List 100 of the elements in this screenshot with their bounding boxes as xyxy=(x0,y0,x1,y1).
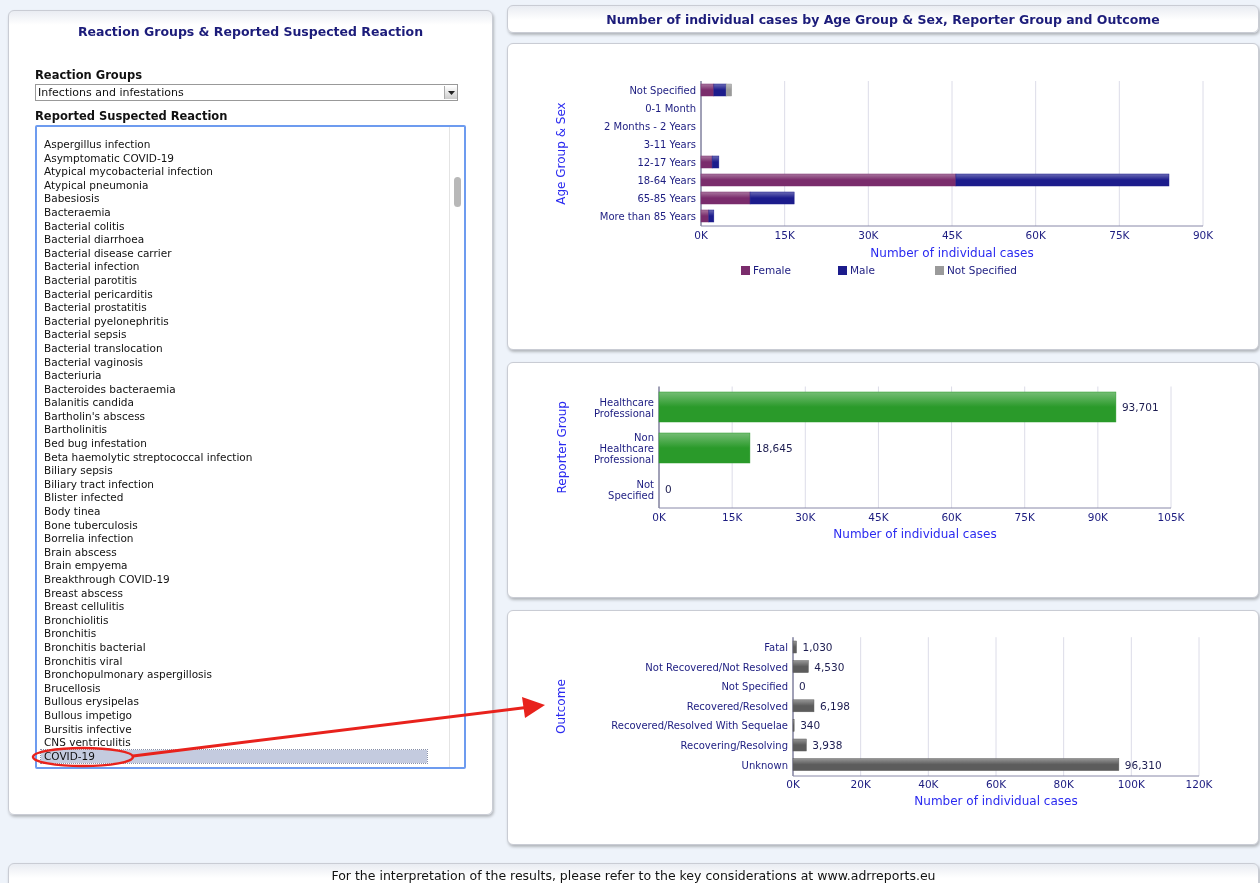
category-label: Non Healthcare Professional xyxy=(593,432,654,465)
reaction-listbox[interactable] xyxy=(35,125,466,769)
list-item[interactable]: Bronchopulmonary aspergillosis xyxy=(41,668,427,682)
list-item[interactable]: Bacterial vaginosis xyxy=(41,355,427,370)
tick-label: 40K xyxy=(918,778,939,790)
list-item[interactable]: Babesiosis xyxy=(41,192,427,206)
category-label: Not Specified xyxy=(721,681,788,693)
list-item[interactable]: Bronchiolitis xyxy=(41,613,427,628)
list-item[interactable]: Bacteroides bacteraemia xyxy=(41,382,427,397)
axis-title: Number of individual cases xyxy=(914,794,1078,808)
tick-label: 80K xyxy=(1053,778,1074,790)
list-item[interactable]: Bacterial pericarditis xyxy=(41,287,427,302)
list-item[interactable]: Atypical pneumonia xyxy=(41,178,427,193)
list-item[interactable]: Brucellosis xyxy=(41,681,427,696)
list-item[interactable]: Bacterial sepsis xyxy=(41,328,427,342)
axis-title: Number of individual cases xyxy=(833,527,997,541)
tick-label: 120K xyxy=(1185,778,1213,790)
list-item[interactable]: Balanitis candida xyxy=(41,396,427,410)
value-label: 1,030 xyxy=(802,641,833,653)
list-item[interactable]: Bacterial parotitis xyxy=(41,273,427,288)
list-item[interactable]: Blister infected xyxy=(41,491,427,506)
value-label: 96,310 xyxy=(1124,758,1162,771)
value-label: 0 xyxy=(665,483,672,495)
list-item[interactable]: CNS ventriculitis xyxy=(41,736,427,750)
list-item[interactable]: Borrelia infection xyxy=(41,532,427,546)
list-item[interactable]: Biliary sepsis xyxy=(41,464,427,478)
tick-label: 100K xyxy=(1117,778,1145,790)
list-item[interactable]: Bacterial prostatitis xyxy=(41,301,427,315)
reaction-group-dropdown[interactable]: Infections and infestations xyxy=(35,84,458,101)
tick-label: 0K xyxy=(694,229,708,241)
tick-label: 45K xyxy=(941,229,963,241)
tick-label: 90K xyxy=(1087,511,1108,523)
tick-label: 45K xyxy=(868,511,889,523)
tick-label: 15K xyxy=(722,511,743,523)
category-label: Healthcare Professional xyxy=(593,396,654,419)
list-item[interactable]: COVID-19 xyxy=(41,749,427,764)
list-item[interactable]: Bullous impetigo xyxy=(41,708,427,723)
list-item[interactable]: Asymptomatic COVID-19 xyxy=(41,151,427,166)
list-item[interactable]: Atypical mycobacterial infection xyxy=(41,165,427,179)
field-label: Reported Suspected Reaction xyxy=(35,109,229,123)
category-label: 65-85 Years xyxy=(637,193,696,204)
panel-title: Number of individual cases by Age Group & Sex, Reporter Group and Outcome xyxy=(606,10,1160,29)
legend-label: Female xyxy=(753,264,791,276)
list-item[interactable]: Bartholinitis xyxy=(41,423,427,438)
list-item[interactable]: Brain empyema xyxy=(41,559,427,573)
tick-label: 60K xyxy=(941,511,962,523)
category-label: Recovered/Resolved With Sequelae xyxy=(611,720,788,732)
list-item[interactable]: Bullous erysipelas xyxy=(41,695,427,709)
list-item[interactable]: Bacterial pyelonephritis xyxy=(41,314,427,329)
value-label: 4,530 xyxy=(814,660,845,673)
tick-label: 60K xyxy=(1025,229,1046,241)
legend-label: Male xyxy=(850,264,875,276)
tick-label: 60K xyxy=(985,778,1007,790)
scrollbar-thumb[interactable] xyxy=(453,177,461,207)
tick-label: 75K xyxy=(1014,511,1035,523)
tick-label: 30K xyxy=(795,511,816,523)
category-label: 3-11 Years xyxy=(643,139,696,150)
list-item[interactable]: Beta haemolytic streptococcal infection xyxy=(41,450,427,465)
value-label: 6,198 xyxy=(819,699,851,712)
list-item[interactable]: Aspergillus infection xyxy=(41,138,427,152)
list-item[interactable]: Bronchitis bacterial xyxy=(41,640,427,655)
list-item[interactable]: Bartholin's abscess xyxy=(41,409,427,424)
list-item[interactable]: Brain abscess xyxy=(41,545,427,560)
list-item[interactable]: Bronchitis viral xyxy=(41,654,427,669)
value-label: 18,645 xyxy=(755,442,793,454)
list-item[interactable]: Bone tuberculosis xyxy=(41,518,427,533)
list-item[interactable]: Bed bug infestation xyxy=(41,437,427,451)
category-label: Recovering/Resolving xyxy=(680,740,788,751)
axis-title: Reporter Group xyxy=(555,401,569,494)
tick-label: 20K xyxy=(850,778,871,790)
tick-label: 0K xyxy=(786,778,800,790)
value-label: 0 xyxy=(799,680,806,693)
legend-label: Not Specified xyxy=(947,264,1017,276)
list-item[interactable]: Bacterial diarrhoea xyxy=(41,233,427,247)
list-item[interactable]: Bacteriuria xyxy=(41,369,427,383)
list-item[interactable]: Biliary tract infection xyxy=(41,477,427,492)
footer-note: For the interpretation of the results, please refer to the key considerations at www.adrreports.eu xyxy=(331,868,936,883)
list-item[interactable]: Bacterial infection xyxy=(41,260,427,274)
category-label: Not Specified xyxy=(629,85,696,96)
list-item[interactable]: Bacterial colitis xyxy=(41,219,427,234)
list-item[interactable]: Bacteraemia xyxy=(41,205,427,220)
value-label: 93,701 xyxy=(1121,401,1159,413)
panel-title: Reaction Groups & Reported Suspected Reaction xyxy=(76,23,425,41)
list-item[interactable]: Breakthrough COVID-19 xyxy=(41,573,427,587)
list-item[interactable]: Bacterial translocation xyxy=(41,341,427,356)
caret-icon xyxy=(447,90,455,95)
category-label: More than 85 Years xyxy=(599,211,696,222)
list-item[interactable]: Bronchitis xyxy=(41,627,427,641)
list-item[interactable]: Body tinea xyxy=(41,505,427,519)
tick-label: 0K xyxy=(652,511,666,523)
category-label: Fatal xyxy=(764,642,788,653)
list-item[interactable]: Bursitis infective xyxy=(41,722,427,737)
field-label: Reaction Groups xyxy=(35,68,144,82)
list-item[interactable]: Breast cellulitis xyxy=(41,600,427,614)
list-item[interactable]: Breast abscess xyxy=(41,586,427,601)
category-label: Not Recovered/Not Resolved xyxy=(645,661,788,673)
axis-title: Outcome xyxy=(554,679,568,734)
list-item[interactable]: Bacterial disease carrier xyxy=(41,246,427,261)
tick-label: 105K xyxy=(1157,511,1185,523)
tick-label: 15K xyxy=(774,229,795,241)
